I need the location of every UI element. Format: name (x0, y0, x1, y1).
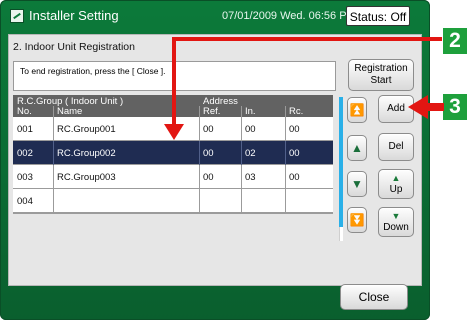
callout-3: 3 (443, 94, 467, 120)
cell-in: 02 (245, 148, 256, 159)
header-divider (53, 106, 54, 117)
callout-2: 2 (443, 28, 467, 54)
datetime: 07/01/2009 Wed. 06:56 PM (222, 10, 356, 22)
registration-start-label-1: Registration (354, 63, 408, 74)
table-bottom-border (13, 213, 333, 214)
column-divider (199, 165, 200, 189)
down-arrow-icon: ▼ (351, 177, 363, 191)
main-panel: 2. Indoor Unit Registration To end regis… (8, 34, 422, 286)
edit-icon (10, 9, 24, 23)
double-up-arrow-icon: ⏫ (349, 103, 365, 117)
cell-in: 03 (245, 172, 256, 183)
section-title: 2. Indoor Unit Registration (13, 41, 135, 53)
cell-no: 002 (17, 148, 33, 159)
title-bar: Installer Setting 07/01/2009 Wed. 06:56 … (0, 0, 430, 34)
up-button[interactable]: ▲ Up (378, 169, 414, 199)
column-divider (53, 117, 54, 141)
table-row[interactable]: 004 (13, 189, 333, 213)
column-divider (285, 141, 286, 165)
arrow-3-shaft (426, 103, 444, 111)
scroll-up-button[interactable]: ▲ (347, 135, 367, 161)
column-divider (241, 165, 242, 189)
down-label: Down (383, 222, 409, 233)
cell-in: 00 (245, 124, 256, 135)
close-button[interactable]: Close (340, 284, 408, 310)
column-divider (199, 141, 200, 165)
column-divider (199, 189, 200, 213)
cell-ref: 00 (203, 124, 214, 135)
col-in-header: In. (245, 106, 256, 117)
arrow-2-head (164, 124, 184, 140)
column-divider (53, 141, 54, 165)
cell-ref: 00 (203, 148, 214, 159)
column-divider (241, 117, 242, 141)
column-divider (53, 165, 54, 189)
col-no-header: No. (17, 106, 32, 117)
arrow-2-vertical (172, 37, 176, 127)
cell-name: RC.Group003 (57, 172, 116, 183)
move-up-icon: ▲ (391, 173, 401, 183)
arrow-2-horizontal (172, 37, 442, 41)
column-divider (53, 189, 54, 213)
column-divider (241, 189, 242, 213)
cell-name: RC.Group002 (57, 148, 116, 159)
registration-start-label-2: Start (370, 75, 392, 86)
header-divider (199, 106, 200, 117)
window-title: Installer Setting (29, 8, 119, 23)
del-button[interactable]: Del (378, 133, 414, 161)
move-down-icon: ▼ (391, 211, 401, 221)
cell-rc: 00 (289, 124, 300, 135)
status-badge: Status: Off (346, 6, 410, 26)
header-divider (241, 106, 242, 117)
cell-rc: 00 (289, 148, 300, 159)
arrow-3-head (408, 95, 428, 119)
table-row[interactable]: 003 RC.Group003 00 03 00 (13, 165, 333, 189)
col-rc-header: Rc. (289, 106, 304, 117)
column-divider (285, 189, 286, 213)
col-ref-header: Ref. (203, 106, 221, 117)
col-name-header: Name (57, 106, 83, 117)
cell-ref: 00 (203, 172, 214, 183)
column-divider (285, 165, 286, 189)
cell-rc: 00 (289, 172, 300, 183)
column-divider (199, 117, 200, 141)
cell-no: 001 (17, 124, 33, 135)
down-button[interactable]: ▼ Down (378, 207, 414, 237)
column-divider (241, 141, 242, 165)
scroll-down-button[interactable]: ▼ (347, 171, 367, 197)
scrollbar-thumb[interactable] (339, 97, 343, 227)
up-arrow-icon: ▲ (351, 141, 363, 155)
up-label: Up (389, 184, 403, 195)
cell-no: 004 (17, 196, 33, 207)
cell-no: 003 (17, 172, 33, 183)
cell-name: RC.Group001 (57, 124, 116, 135)
column-divider (285, 117, 286, 141)
registration-start-button[interactable]: Registration Start (348, 59, 414, 91)
table-row-selected[interactable]: 002 RC.Group002 00 02 00 (13, 141, 333, 165)
double-down-arrow-icon: ⏬ (349, 213, 365, 227)
scroll-bottom-button[interactable]: ⏬ (347, 207, 367, 233)
header-divider (285, 106, 286, 117)
scroll-top-button[interactable]: ⏫ (347, 97, 367, 123)
installer-setting-window: Installer Setting 07/01/2009 Wed. 06:56 … (0, 0, 430, 320)
